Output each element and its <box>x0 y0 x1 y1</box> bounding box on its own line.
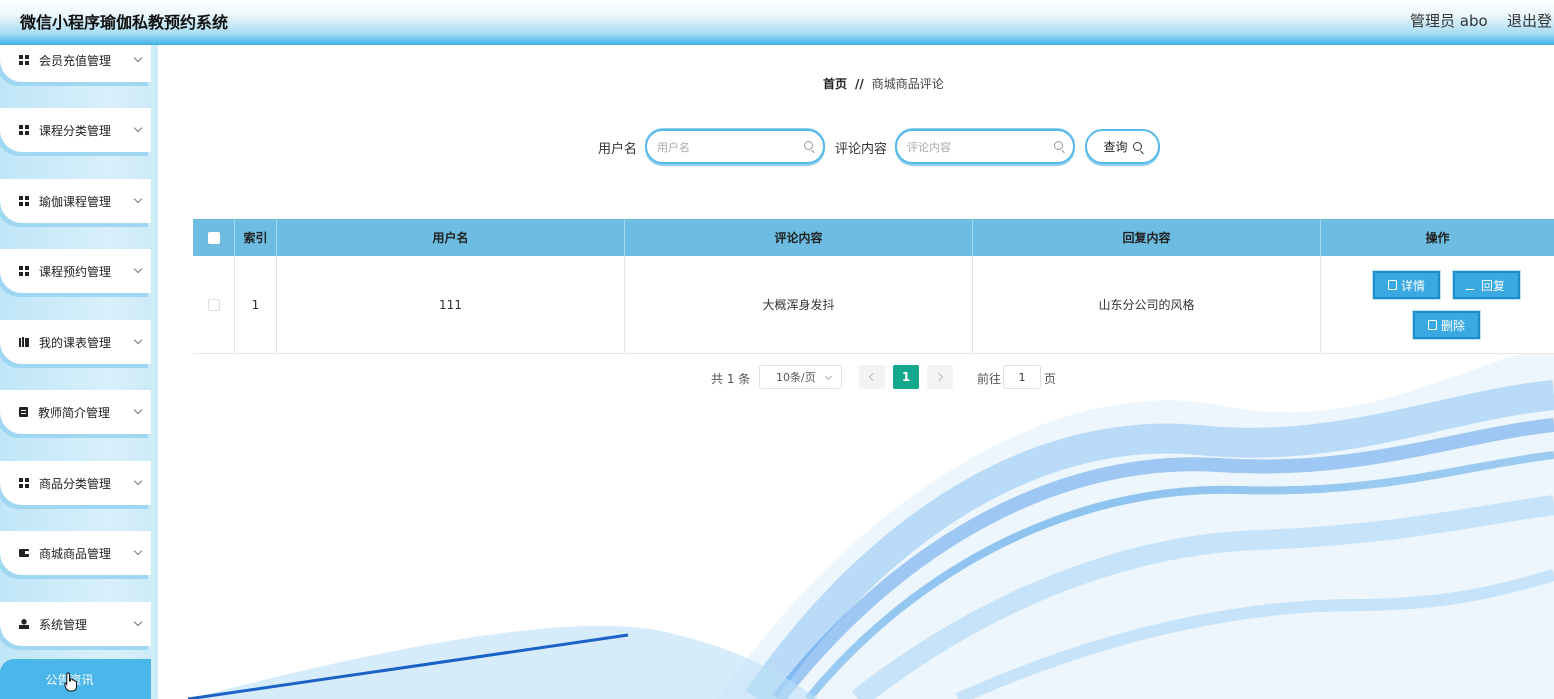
username-label: 用户名 <box>598 142 638 157</box>
hand-cursor-icon <box>64 672 77 692</box>
sidebar-item-label: 课程预约管理 <box>39 264 112 279</box>
grid-icon <box>19 196 29 206</box>
sidebar-item-shop-goods[interactable]: 商城商品管理 <box>0 531 151 575</box>
chevron-down-icon <box>133 405 143 415</box>
content-input[interactable] <box>907 138 1047 156</box>
sidebar-item-label: 会员充值管理 <box>39 53 112 68</box>
username-input[interactable] <box>657 138 797 156</box>
page-size-select[interactable]: 10条/页 <box>759 365 842 389</box>
next-page-button[interactable] <box>927 365 953 389</box>
page-number-current[interactable]: 1 <box>893 365 919 389</box>
page-suffix-label: 页 <box>1044 372 1057 386</box>
chevron-down-icon <box>133 123 143 133</box>
sidebar-item-system[interactable]: 系统管理 <box>0 602 151 646</box>
top-header: 微信小程序瑜伽私教预约系统 管理员 abo 退出登 <box>0 0 1554 45</box>
grid-icon <box>19 125 29 135</box>
trash-icon <box>1427 320 1437 330</box>
reply-button[interactable]: 回复 <box>1453 271 1520 299</box>
sidebar-item-goods-category[interactable]: 商品分类管理 <box>0 461 151 505</box>
chevron-down-icon <box>133 264 143 274</box>
breadcrumb-current: 商城商品评论 <box>871 77 944 91</box>
header-reply: 回复内容 <box>973 219 1321 256</box>
row-select <box>193 256 235 353</box>
sidebar-item-yoga-course[interactable]: 瑜伽课程管理 <box>0 179 151 223</box>
detail-button[interactable]: 详情 <box>1373 271 1440 299</box>
bars-icon <box>19 337 29 347</box>
pagination-total: 共 1 条 <box>711 372 751 386</box>
prev-page-button[interactable] <box>859 365 885 389</box>
grid-icon <box>19 55 29 65</box>
content-label: 评论内容 <box>835 142 888 157</box>
sidebar-item-label: 教师简介管理 <box>38 405 111 420</box>
sidebar-item-course-category[interactable]: 课程分类管理 <box>0 108 151 152</box>
logout-link[interactable]: 退出登 <box>1507 10 1552 31</box>
header-content: 评论内容 <box>625 219 973 256</box>
sidebar-item-member-recharge[interactable]: 会员充值管理 <box>0 45 151 82</box>
reply-button-label: 回复 <box>1480 278 1505 293</box>
sidebar-item-label: 课程分类管理 <box>39 123 112 138</box>
page-size-value: 10条/页 <box>776 371 816 384</box>
row-checkbox[interactable] <box>207 298 220 311</box>
chevron-down-icon <box>133 546 143 556</box>
sidebar-item-label: 商品分类管理 <box>39 476 112 491</box>
sidebar-item-course-booking[interactable]: 课程预约管理 <box>0 249 151 293</box>
app-title: 微信小程序瑜伽私教预约系统 <box>20 13 229 32</box>
search-icon <box>1054 141 1063 150</box>
chevron-down-icon <box>133 476 143 486</box>
delete-button[interactable]: 删除 <box>1413 311 1480 339</box>
header-index: 索引 <box>235 219 277 256</box>
breadcrumb: 首页 // 商城商品评论 <box>823 75 944 92</box>
table-header: 索引 用户名 评论内容 回复内容 操作 <box>193 219 1554 256</box>
delete-button-label: 删除 <box>1440 318 1465 333</box>
chevron-down-icon <box>133 617 143 627</box>
main-content: 首页 // 商城商品评论 用户名 评论内容 查询 索引 用户名 评论内容 回复内… <box>158 45 1554 699</box>
query-button-label: 查询 <box>1103 140 1128 154</box>
sidebar-item-label: 商城商品管理 <box>39 546 112 561</box>
detail-button-label: 详情 <box>1400 278 1425 293</box>
table-row: 1 111 大概浑身发抖 山东分公司的风格 详情 回复 删除 <box>193 256 1554 354</box>
chevron-down-icon <box>133 53 143 63</box>
search-icon <box>804 141 813 150</box>
sidebar-item-label: 瑜伽课程管理 <box>39 194 112 209</box>
header-username: 用户名 <box>277 219 625 256</box>
document-icon <box>1387 280 1397 290</box>
chevron-down-icon <box>133 335 143 345</box>
chevron-down-icon <box>133 194 143 204</box>
sidebar-item-teacher-intro[interactable]: 教师简介管理 <box>0 390 151 434</box>
breadcrumb-home[interactable]: 首页 <box>823 75 847 92</box>
user-icon <box>19 619 29 629</box>
sidebar-menu: 会员充值管理 课程分类管理 瑜伽课程管理 课程预约管理 我的课表管理 教师简介管… <box>0 45 158 699</box>
cell-username: 111 <box>277 256 625 353</box>
query-button[interactable]: 查询 <box>1085 129 1160 164</box>
breadcrumb-separator: // <box>855 76 864 91</box>
cell-actions: 详情 回复 删除 <box>1321 256 1554 353</box>
goto-page-input[interactable]: 1 <box>1003 365 1041 389</box>
search-icon <box>1132 142 1142 151</box>
grid-icon <box>19 266 29 276</box>
wallet-icon <box>19 549 29 557</box>
cell-index: 1 <box>235 256 277 353</box>
content-input-wrapper <box>895 129 1075 164</box>
sidebar-item-label: 我的课表管理 <box>39 335 112 350</box>
goto-label: 前往 <box>977 372 1002 386</box>
cell-reply: 山东分公司的风格 <box>973 256 1321 353</box>
username-input-wrapper <box>645 129 825 164</box>
clipboard-icon <box>19 407 28 417</box>
grid-icon <box>19 478 29 488</box>
header-actions: 操作 <box>1425 231 1450 245</box>
cell-content: 大概浑身发抖 <box>625 256 973 353</box>
edit-icon <box>1465 280 1480 290</box>
admin-user-label: 管理员 abo <box>1410 12 1488 30</box>
sidebar-item-label: 系统管理 <box>39 617 88 632</box>
header-select-all <box>193 219 235 256</box>
sidebar-item-my-schedule[interactable]: 我的课表管理 <box>0 320 151 364</box>
select-all-checkbox[interactable] <box>207 231 220 244</box>
